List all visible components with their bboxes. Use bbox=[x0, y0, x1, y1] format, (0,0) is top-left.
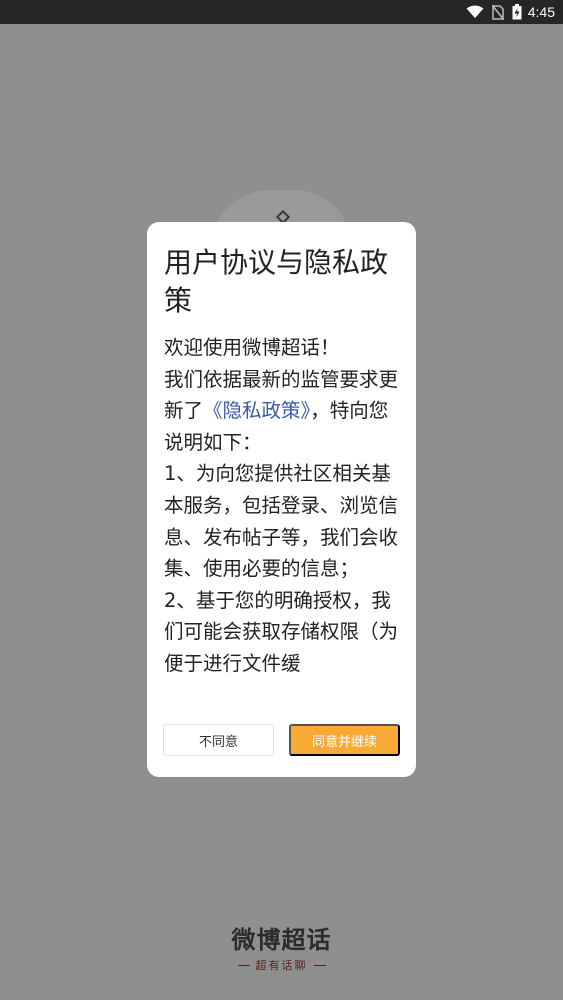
wifi-icon bbox=[466, 5, 484, 19]
dialog-title: 用户协议与隐私政策 bbox=[164, 246, 389, 317]
status-time: 4:45 bbox=[527, 4, 555, 20]
brand-tagline: 超有话聊 bbox=[0, 957, 563, 973]
policy-item-1: 1、为向您提供社区相关基本服务，包括登录、浏览信息、发布帖子等，我们会收集、使用… bbox=[164, 462, 399, 581]
status-bar: 4:45 bbox=[0, 0, 563, 24]
privacy-dialog: 用户协议与隐私政策 欢迎使用微博超话！ 我们依据最新的监管要求更新了《隐私政策》… bbox=[147, 222, 416, 777]
dash-left bbox=[237, 964, 250, 966]
dialog-body[interactable]: 欢迎使用微博超话！ 我们依据最新的监管要求更新了《隐私政策》，特向您说明如下： … bbox=[164, 332, 402, 710]
policy-item-2: 2、基于您的明确授权，我们可能会获取存储权限（为便于进行文件缓 bbox=[164, 588, 399, 675]
privacy-policy-link[interactable]: 《隐私政策》 bbox=[203, 399, 310, 422]
policy-intro: 我们依据最新的监管要求更新了《隐私政策》，特向您说明如下： bbox=[164, 364, 402, 459]
tagline-text: 超有话聊 bbox=[255, 959, 308, 972]
brand-logo: 微博超话 超有话聊 bbox=[0, 920, 563, 973]
dash-right bbox=[313, 964, 326, 966]
brand-name: 微博超话 bbox=[231, 926, 332, 954]
accept-button[interactable]: 同意并继续 bbox=[289, 724, 400, 756]
no-sim-icon bbox=[491, 4, 504, 20]
battery-charging-icon bbox=[512, 4, 522, 20]
greeting-text: 欢迎使用微博超话！ bbox=[164, 336, 340, 359]
decline-button[interactable]: 不同意 bbox=[163, 724, 274, 756]
